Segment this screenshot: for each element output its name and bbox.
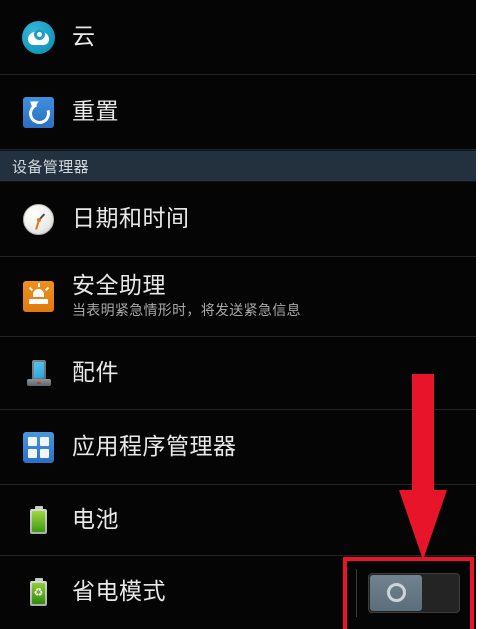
list-item-battery[interactable]: 电池	[0, 485, 476, 556]
list-item-label: 配件	[72, 359, 119, 386]
app-grid-icon	[18, 427, 58, 467]
toggle-knob	[370, 574, 422, 611]
screenshot-root: 云 重置 设备管理器 日期和时间 安全助理 当表明紧急情形时，将发送紧急信息 配…	[0, 0, 500, 629]
list-item-reset[interactable]: 重置	[0, 75, 476, 150]
list-item-date-time[interactable]: 日期和时间	[0, 182, 476, 257]
list-item-text: 配件	[72, 360, 119, 387]
list-item-text: 重置	[72, 99, 119, 126]
power-saving-mode-toggle[interactable]	[368, 572, 460, 613]
list-item-application-manager[interactable]: 应用程序管理器	[0, 410, 476, 485]
list-item-accessory[interactable]: 配件	[0, 337, 476, 410]
toggle-divider	[356, 568, 357, 617]
phone-dock-icon	[18, 353, 58, 393]
list-item-label: 省电模式	[72, 579, 166, 605]
list-item-text: 省电模式	[72, 579, 166, 606]
list-item-text: 日期和时间	[72, 206, 190, 233]
battery-icon	[18, 500, 58, 540]
list-item-label: 日期和时间	[72, 205, 190, 232]
list-item-safety-assistance[interactable]: 安全助理 当表明紧急情形时，将发送紧急信息	[0, 257, 476, 337]
list-item-subtitle: 当表明紧急情形时，将发送紧急信息	[72, 302, 301, 319]
power-saving-mode-toggle-cell	[356, 568, 460, 617]
list-item-label: 重置	[72, 98, 119, 125]
list-item-text: 电池	[72, 507, 119, 534]
list-item-cloud[interactable]: 云	[0, 0, 476, 75]
section-header-device-manager: 设备管理器	[0, 150, 476, 182]
list-item-text: 云	[72, 24, 96, 51]
clock-icon	[18, 199, 58, 239]
list-item-text: 应用程序管理器	[72, 434, 237, 461]
list-item-power-saving-mode[interactable]: ♻ 省电模式	[0, 556, 476, 629]
cloud-icon	[18, 17, 58, 57]
list-item-text: 安全助理 当表明紧急情形时，将发送紧急信息	[72, 273, 301, 321]
list-item-label: 应用程序管理器	[72, 433, 237, 460]
section-header-label: 设备管理器	[12, 157, 90, 176]
emergency-siren-icon	[18, 277, 58, 317]
list-item-label: 电池	[72, 506, 119, 533]
list-item-label: 安全助理	[72, 272, 166, 299]
battery-eco-icon: ♻	[18, 573, 58, 613]
list-item-label: 云	[72, 23, 96, 50]
phone-settings-screen: 云 重置 设备管理器 日期和时间 安全助理 当表明紧急情形时，将发送紧急信息 配…	[0, 0, 476, 629]
reset-icon	[18, 92, 58, 132]
